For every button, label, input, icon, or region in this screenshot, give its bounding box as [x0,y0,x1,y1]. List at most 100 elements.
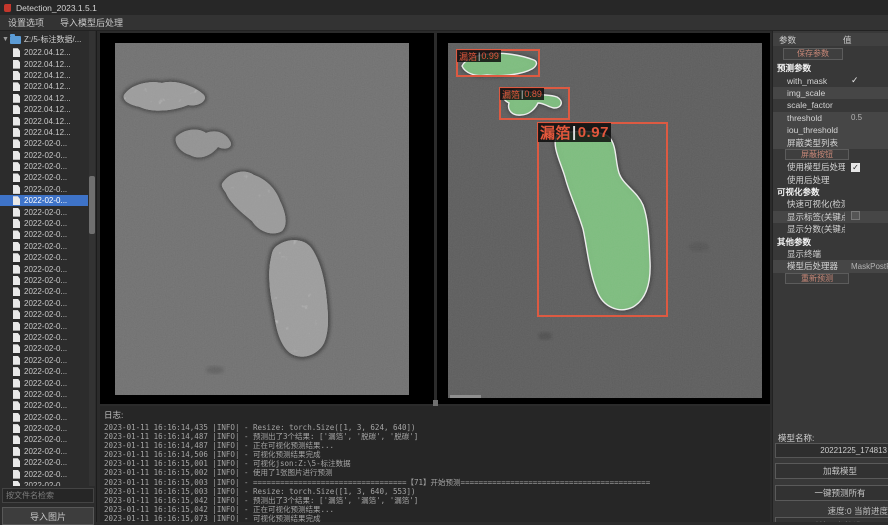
tree-item[interactable]: 2022.04.12... [0,70,88,81]
log-console[interactable]: 日志: 2023-01-11 16:16:14,435 |INFO| - Res… [100,406,770,522]
file-icon [13,162,20,171]
params-row[interactable]: 显示终端 [773,248,888,260]
tree-item[interactable]: 2022-02-0... [0,150,88,161]
import-image-button[interactable]: 导入图片 [2,507,94,525]
save-params-button[interactable]: 保存参数 [783,48,843,60]
params-row[interactable]: 使用后处理 [773,174,888,186]
tree-item[interactable]: 2022-02-0... [0,446,88,457]
tree-item[interactable]: 2022-02-0... [0,389,88,400]
params-row[interactable]: 屏蔽按钮 [773,149,888,161]
params-row[interactable]: threshold0.5 [773,112,888,124]
params-row[interactable]: 快速可视化(检测) [773,198,888,210]
tree-item[interactable]: 2022-02-0... [0,355,88,366]
file-icon [13,94,20,103]
params-row[interactable]: 显示分数(关键点) [773,223,888,235]
param-label: 使用模型后处理 [773,161,845,173]
file-icon [13,253,20,262]
tree-item[interactable]: 2022-02-0... [0,343,88,354]
tree-item[interactable]: 2022-02-0... [0,229,88,240]
params-inline-button[interactable]: 重新预测 [785,273,849,284]
tree-item[interactable]: 2022-02-0... [0,377,88,388]
search-input[interactable] [2,488,94,503]
params-row[interactable]: 屏蔽类型列表 [773,136,888,148]
params-inline-button[interactable]: 屏蔽按钮 [785,149,849,160]
prediction-image-panel[interactable]: 漏箔|0.99漏箔|0.89漏箔|0.97 [437,33,770,404]
tree-item[interactable]: 2022-02-0... [0,309,88,320]
title-bar: Detection_2023.1.5.1 [0,0,888,15]
tree-item-label: 2022-02-0... [24,299,67,308]
file-icon [13,60,20,69]
file-icon [13,196,20,205]
params-row[interactable]: 模型后处理器MaskPostPro [773,260,888,272]
tree-item[interactable]: 2022.04.12... [0,81,88,92]
checkbox-checked-icon[interactable]: ✓ [851,163,860,172]
predict-all-button[interactable]: 一键预测所有 [775,485,888,501]
tree-item[interactable]: 2022-02-0... [0,286,88,297]
param-value[interactable] [845,211,888,222]
tree-item[interactable]: 2022-02-0... [0,184,88,195]
params-row[interactable]: scale_factor [773,99,888,111]
tree-item-label: 2022-02-0... [24,435,67,444]
tree-item[interactable]: 2022-02-0... [0,320,88,331]
tree-item[interactable]: 2022-02-0... [0,218,88,229]
tree-item[interactable]: 2022-02-0... [0,366,88,377]
param-value[interactable]: MaskPostPro [845,262,888,271]
param-value[interactable]: 0.5 [845,113,888,122]
tree-item-label: 2022-02-0... [24,401,67,410]
tree-item[interactable]: 2022-02-0... [0,400,88,411]
params-row[interactable]: 使用模型后处理 ✓ [773,161,888,173]
tree-item[interactable]: 2022.04.12... [0,104,88,115]
tree-item[interactable]: 2022.04.12... [0,127,88,138]
tree-item[interactable]: 2022-02-0... [0,332,88,343]
checkbox-unchecked-icon[interactable] [851,211,860,220]
load-model-button[interactable]: 加载模型 [775,463,888,479]
tree-item[interactable]: 2022-02-0... [0,172,88,183]
tree-item[interactable]: 2022-02-0 [0,480,88,486]
param-value[interactable]: ✓ [845,163,888,172]
model-name-field[interactable]: 20221225_174813 [775,443,888,458]
tree-item[interactable]: 2022.04.12... [0,115,88,126]
tree-item[interactable]: 2022.04.12... [0,93,88,104]
tree-item-label: 2022-02-0... [24,356,67,365]
sidebar-scrollbar-track[interactable] [89,31,95,486]
param-value[interactable]: ✓ [845,75,888,86]
log-header: 日志: [100,406,770,423]
tree-root-folder[interactable]: ▼ Z:/5-标注数据/... [2,33,88,46]
tree-item[interactable]: 2022-02-0... [0,275,88,286]
tree-item[interactable]: 2022-02-0... [0,241,88,252]
tree-item[interactable]: 2022-02-0... [0,434,88,445]
menu-item[interactable]: 导入模型后处理 [60,16,123,29]
file-icon [13,128,20,137]
tree-item-label: 2022.04.12... [24,82,71,91]
postprocess-settings-button[interactable]: 后处理参数设置 [775,517,888,522]
tree-item[interactable]: 2022-02-0... [0,161,88,172]
tree-item[interactable]: 2022.04.12... [0,58,88,69]
tree-item[interactable]: 2022-02-0... [0,298,88,309]
raw-image-panel[interactable] [100,33,434,404]
params-row[interactable]: 重新预测 [773,273,888,285]
tree-item-label: 2022.04.12... [24,48,71,57]
tree-item[interactable]: 2022-02-0... [0,423,88,434]
tree-item[interactable]: 2022-02-0... [0,457,88,468]
window-title: Detection_2023.1.5.1 [16,3,97,13]
params-row[interactable]: iou_threshold [773,124,888,136]
params-row[interactable]: with_mask✓ [773,74,888,86]
image-hscrollbar-handle[interactable] [450,395,481,398]
params-row[interactable]: 显示标签(关键点) [773,211,888,223]
sidebar-scrollbar-handle[interactable] [89,176,95,234]
tree-item-label: 2022.04.12... [24,60,71,69]
tree-item[interactable]: 2022.04.12... [0,47,88,58]
tree-item[interactable]: 2022-02-0... [0,263,88,274]
chevron-down-icon[interactable]: ▼ [2,36,10,43]
tree-item[interactable]: 2022-02-0... [0,206,88,217]
file-icon [13,242,20,251]
tree-item[interactable]: 2022-02-0... [0,138,88,149]
detection-class-text: 漏箔 [540,122,571,143]
tree-item[interactable]: 2022-02-0... [0,412,88,423]
tree-item[interactable]: 2022-02-0... [0,468,88,479]
menu-item[interactable]: 设置选项 [8,16,44,29]
tree-item[interactable]: 2022-02-0... [0,195,88,206]
tree-item[interactable]: 2022-02-0... [0,252,88,263]
file-icon [13,458,20,467]
params-row[interactable]: img_scale [773,87,888,99]
